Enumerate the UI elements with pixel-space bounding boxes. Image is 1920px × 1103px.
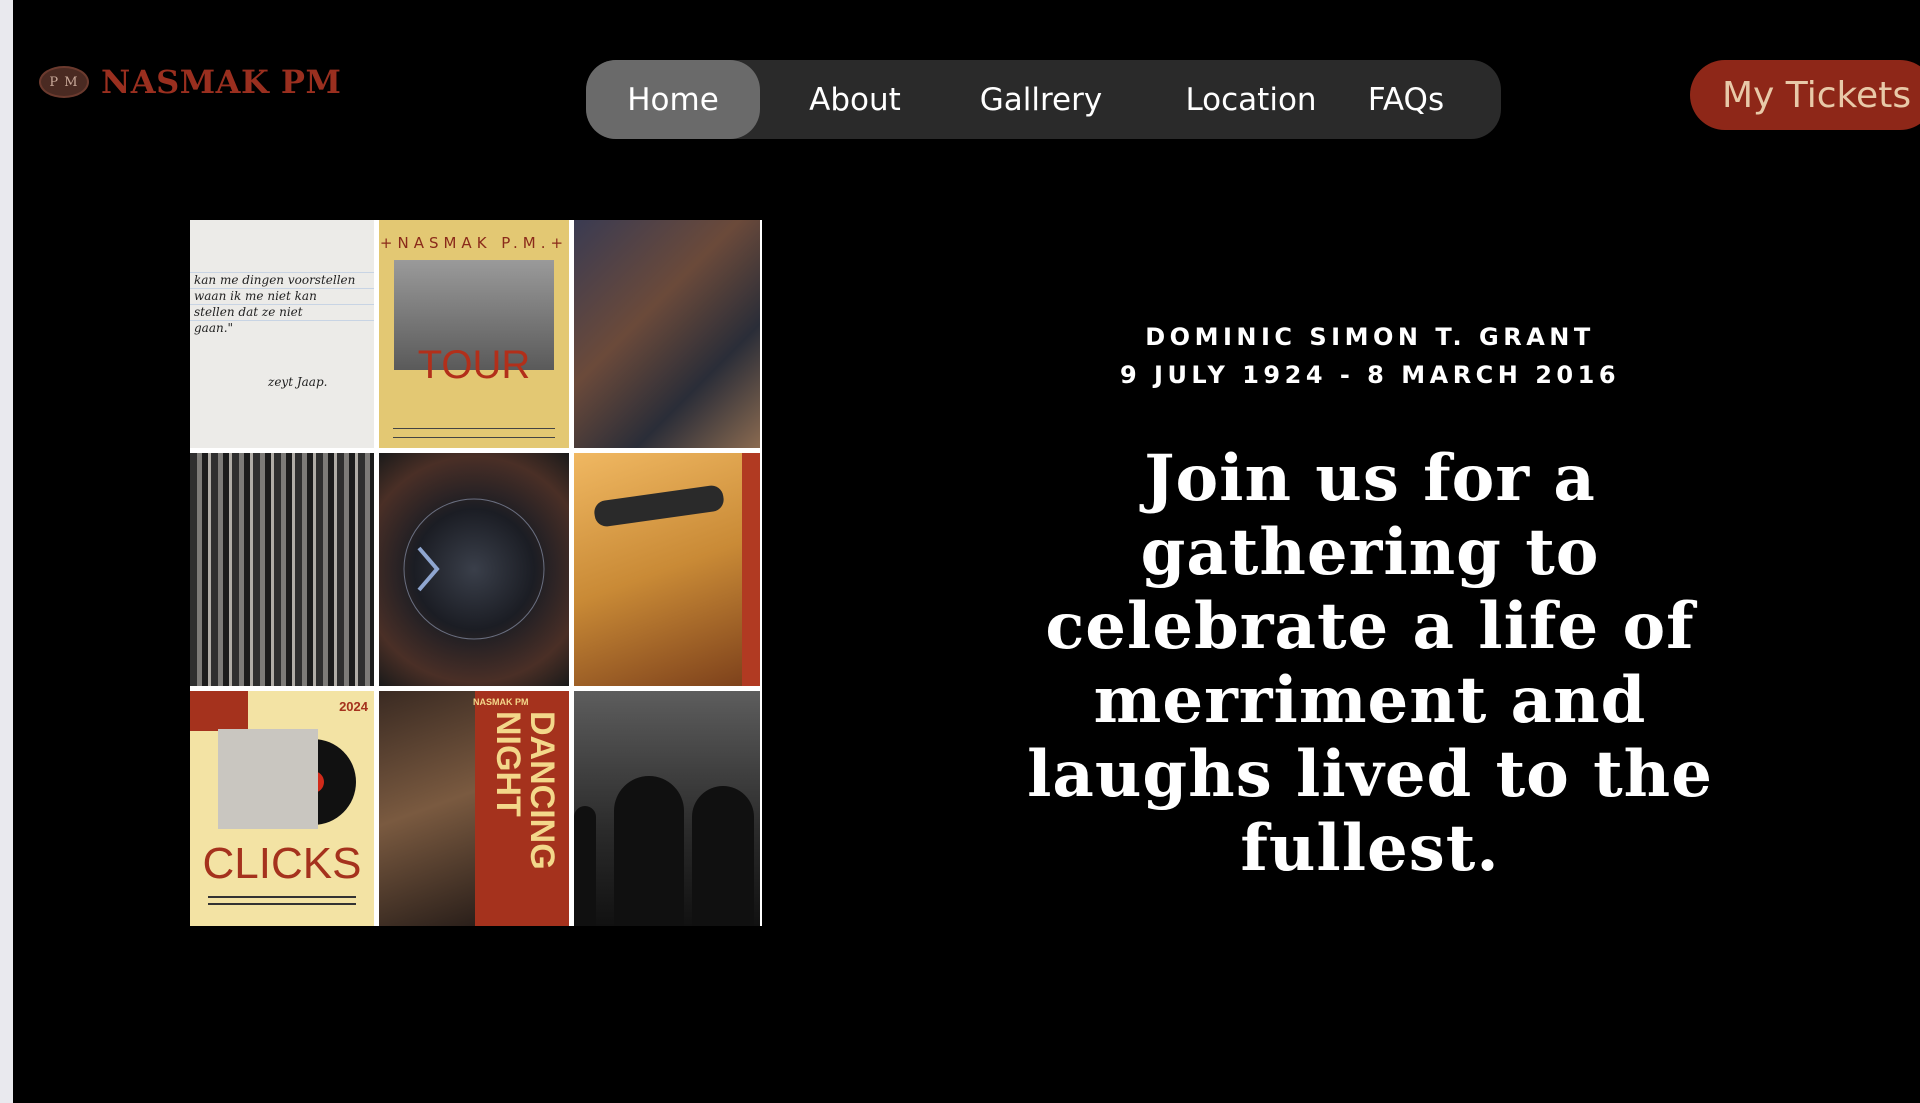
honoree-name: DOMINIC SIMON T. GRANT: [1145, 323, 1595, 351]
tour-poster-image: +NASMAK P.M.+ TOUR: [379, 220, 569, 448]
dance-brand: NASMAK PM: [473, 697, 529, 707]
crowd-image: [190, 453, 374, 686]
record-sleeve: [218, 729, 318, 829]
concert-stage-image: [379, 453, 569, 686]
my-tickets-button[interactable]: My Tickets: [1690, 60, 1920, 130]
nav-home[interactable]: Home: [586, 60, 760, 139]
note-signature: zeyt Jaap.: [268, 375, 328, 389]
honoree-dates: 9 JULY 1924 - 8 MARCH 2016: [1119, 361, 1621, 389]
nav-location[interactable]: Location: [1156, 60, 1346, 139]
note-line: kan me dingen voorstellen: [194, 273, 356, 287]
red-edge: [742, 453, 760, 686]
note-line: waan ik me niet kan: [194, 289, 317, 303]
clicks-red-block: [190, 691, 248, 731]
memorial-info: DOMINIC SIMON T. GRANT 9 JULY 1924 - 8 M…: [1000, 318, 1740, 394]
site-logo[interactable]: P M NASMAK PM: [39, 63, 341, 101]
note-line: stellen dat ze niet: [194, 305, 303, 319]
clicks-poster-image: 2024 CLICKS: [190, 691, 374, 926]
main-nav: Home About Gallrery Location FAQs: [586, 60, 1501, 139]
nav-faqs[interactable]: FAQs: [1331, 60, 1481, 139]
poster-title: +NASMAK P.M.+: [379, 234, 569, 252]
logo-badge-icon: P M: [39, 66, 89, 98]
tonearm: [592, 484, 726, 528]
note-line: gaan.": [194, 321, 234, 335]
clicks-year: 2024: [339, 699, 368, 714]
nav-gallery[interactable]: Gallrery: [946, 60, 1136, 139]
play-arrow-icon: [403, 498, 545, 640]
clicks-word: CLICKS: [202, 839, 362, 888]
dancing-night-poster-image: NASMAK PM DANCING NIGHT: [379, 691, 569, 926]
dance-photo: [379, 691, 475, 926]
person-silhouette: [574, 806, 596, 926]
window-edge: [0, 0, 13, 1103]
clicks-rule: [208, 896, 356, 898]
invitation-headline: Join us for a gathering to celebrate a l…: [1027, 441, 1713, 886]
person-silhouette: [692, 786, 754, 926]
person-silhouette: [614, 776, 684, 926]
clicks-rule: [208, 903, 356, 905]
turntable-image: [574, 453, 760, 686]
band-members-image: [574, 691, 760, 926]
handwritten-note-image: kan me dingen voorstellen waan ik me nie…: [190, 220, 374, 448]
drummer-image: [574, 220, 760, 448]
poster-tour-word: TOUR: [417, 343, 531, 387]
nav-about[interactable]: About: [780, 60, 930, 139]
poster-footer: [393, 428, 555, 438]
photo-collage: kan me dingen voorstellen waan ik me nie…: [190, 220, 762, 926]
logo-text: NASMAK PM: [101, 63, 342, 101]
dance-word: DANCING NIGHT: [489, 711, 561, 870]
